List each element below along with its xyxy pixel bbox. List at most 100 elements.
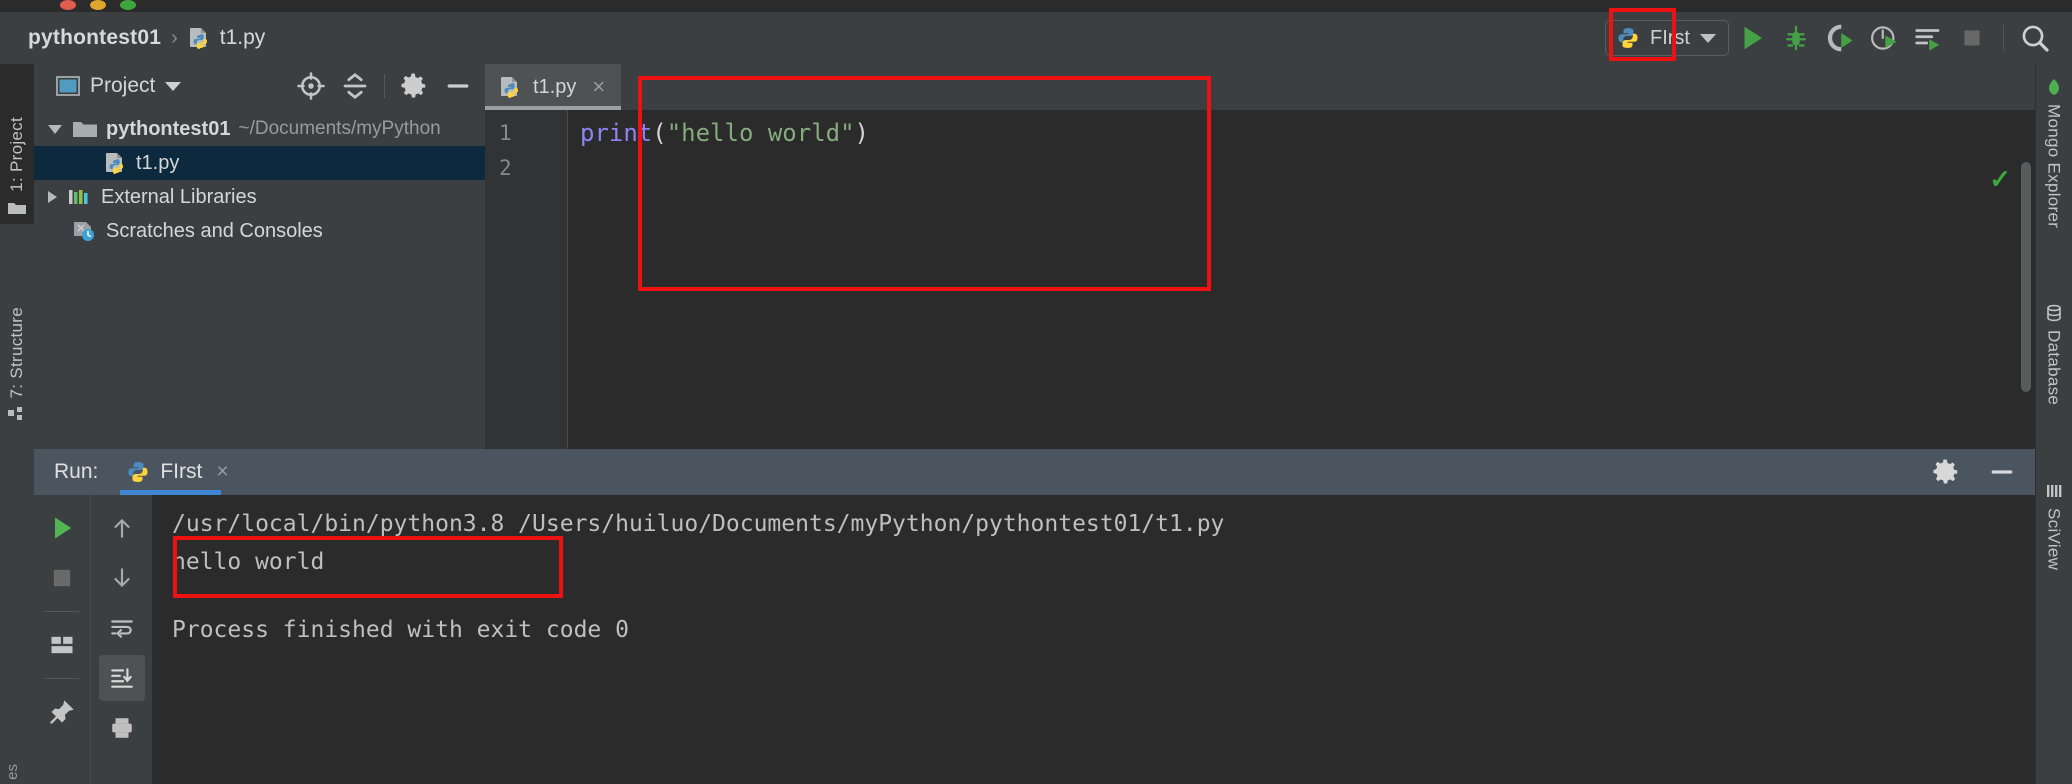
chevron-down-icon[interactable] (165, 81, 182, 91)
layout-icon[interactable] (39, 622, 85, 668)
right-tool-strip: Mongo Explorer Database SciView (2035, 64, 2072, 784)
debug-button[interactable] (1775, 17, 1817, 59)
chevron-down-icon[interactable] (48, 124, 62, 134)
code-token-function: print (580, 119, 653, 147)
sidebar-item-bottom-label[interactable]: es (4, 764, 21, 780)
sidebar-item-sciview-label: SciView (2044, 508, 2064, 571)
locate-icon[interactable] (292, 67, 330, 105)
leaf-icon (2046, 78, 2062, 96)
editor-tab-label: t1.py (533, 75, 577, 98)
tree-row-scratches[interactable]: Scratches and Consoles (34, 214, 485, 248)
python-config-icon (126, 460, 150, 484)
search-everywhere-button[interactable] (2014, 17, 2056, 59)
sciview-icon (2045, 482, 2063, 500)
run-with-console-button[interactable] (1907, 17, 1949, 59)
gear-icon[interactable] (1927, 453, 1965, 491)
breadcrumb-separator: › (171, 26, 178, 49)
pin-icon[interactable] (39, 689, 85, 735)
gear-icon[interactable] (395, 67, 433, 105)
breadcrumb-file[interactable]: t1.py (188, 26, 266, 50)
run-configuration-selector[interactable]: FIrst (1605, 20, 1729, 56)
stop-button[interactable] (1951, 17, 1993, 59)
scroll-to-end-icon[interactable] (98, 655, 145, 701)
chevron-down-icon (1700, 33, 1716, 43)
minimize-window-button[interactable] (90, 0, 106, 10)
pycharm-window: pythontest01 › t1.py FIrst 1: Project 7:… (0, 0, 2072, 784)
editor-tab-t1py[interactable]: t1.py × (485, 64, 622, 110)
editor-area: t1.py × 1 2 print("hello world") ✓ (485, 64, 2035, 449)
python-file-icon (499, 75, 523, 99)
code-text[interactable]: print("hello world") (568, 110, 2035, 449)
code-token-open-paren: ( (652, 119, 667, 147)
scratch-icon (72, 220, 98, 242)
tree-row-external-libraries[interactable]: External Libraries (34, 180, 485, 214)
breadcrumb-project[interactable]: pythontest01 (28, 26, 161, 50)
minimize-icon[interactable] (1983, 453, 2021, 491)
code-token-close-paren: ) (854, 119, 869, 147)
library-icon (67, 187, 93, 207)
up-arrow-icon[interactable] (99, 505, 145, 551)
close-icon[interactable]: × (216, 460, 228, 484)
tree-row-t1py[interactable]: t1.py (34, 146, 485, 180)
print-icon[interactable] (99, 705, 145, 751)
main-toolbar: pythontest01 › t1.py FIrst (0, 12, 2072, 64)
tree-row-project-root[interactable]: pythontest01 ~/Documents/myPython (34, 112, 485, 146)
chevron-right-icon[interactable] (48, 191, 57, 203)
sidebar-item-database-label: Database (2044, 330, 2064, 406)
console-output[interactable]: /usr/local/bin/python3.8 /Users/huiluo/D… (152, 495, 2035, 784)
collapse-all-icon[interactable] (336, 67, 374, 105)
traffic-lights (60, 0, 136, 10)
sidebar-item-project[interactable]: 1: Project (0, 64, 34, 224)
python-file-icon (188, 26, 212, 50)
sidebar-item-structure-label: 7: Structure (7, 306, 26, 398)
folder-icon (7, 200, 27, 216)
run-toolbar-primary (34, 495, 90, 784)
run-panel-header: Run: FIrst × (34, 449, 2035, 495)
close-window-button[interactable] (60, 0, 76, 10)
structure-icon (7, 406, 27, 422)
editor-tab-bar: t1.py × (485, 64, 2035, 110)
run-button[interactable] (1731, 17, 1773, 59)
zoom-window-button[interactable] (120, 0, 136, 10)
run-panel-label: Run: (54, 460, 99, 483)
sidebar-item-project-label: 1: Project (7, 117, 26, 192)
editor-scrollbar[interactable] (2021, 162, 2031, 392)
profile-button[interactable] (1863, 17, 1905, 59)
database-icon (2045, 304, 2063, 322)
folder-icon (72, 119, 98, 139)
soft-wrap-icon[interactable] (99, 605, 145, 651)
code-area[interactable]: 1 2 print("hello world") ✓ (485, 110, 2035, 449)
inspection-status-icon[interactable]: ✓ (1989, 164, 2011, 195)
toolbar-right-group: FIrst (1605, 12, 2056, 64)
sidebar-item-structure[interactable]: 7: Structure (0, 240, 34, 430)
close-icon[interactable]: × (592, 74, 605, 100)
project-panel-header: Project (34, 64, 485, 108)
console-line-exit: Process finished with exit code 0 (172, 617, 629, 643)
stop-icon[interactable] (39, 555, 85, 601)
tree-row-label: Scratches and Consoles (106, 219, 323, 242)
run-toolbar-secondary (90, 495, 152, 784)
python-config-icon (1616, 26, 1640, 50)
tree-row-path: ~/Documents/myPython (238, 118, 441, 139)
sidebar-item-mongo-explorer[interactable]: Mongo Explorer (2035, 70, 2072, 270)
coverage-button[interactable] (1819, 17, 1861, 59)
rerun-icon[interactable] (39, 505, 85, 551)
down-arrow-icon[interactable] (99, 555, 145, 601)
sidebar-item-database[interactable]: Database (2035, 296, 2072, 456)
project-panel-title: Project (90, 74, 156, 97)
run-panel-header-actions (1927, 449, 2021, 495)
run-tab-first[interactable]: FIrst × (120, 449, 234, 495)
line-number-gutter: 1 2 (485, 110, 567, 449)
tree-row-label: External Libraries (101, 185, 257, 208)
console-line-output: hello world (172, 549, 325, 575)
panel-divider (384, 74, 385, 98)
sidebar-item-sciview[interactable]: SciView (2035, 474, 2072, 624)
python-file-icon (104, 151, 128, 175)
breadcrumb-file-label: t1.py (219, 26, 266, 49)
console-line-command: /usr/local/bin/python3.8 /Users/huiluo/D… (172, 511, 1225, 537)
tree-row-label: pythontest01 (106, 117, 231, 140)
toolbar-divider (2003, 25, 2004, 51)
minimize-icon[interactable] (439, 67, 477, 105)
